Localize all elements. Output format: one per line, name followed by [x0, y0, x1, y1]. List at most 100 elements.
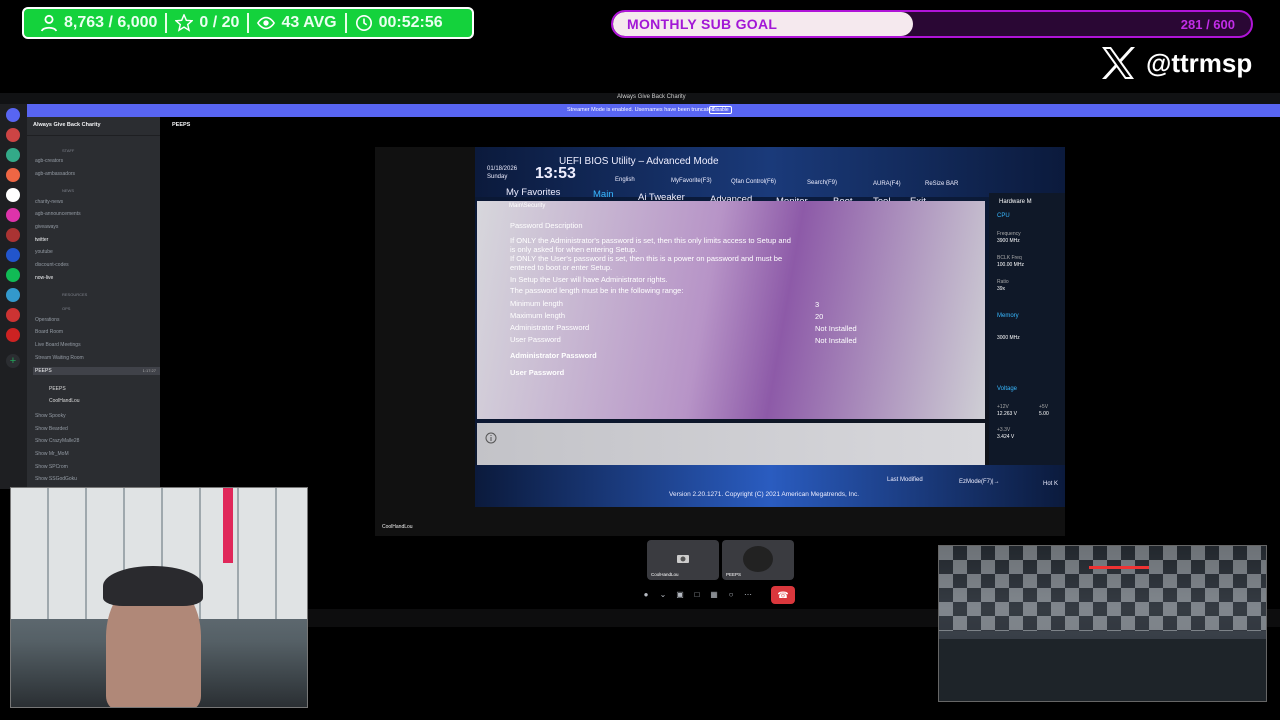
sub-goal-label: MONTHLY SUB GOAL [627, 16, 778, 32]
hw-freq-label: Frequency [997, 231, 1021, 237]
voice-timer: 1:17:27 [142, 368, 156, 373]
screen-share-icon[interactable]: □ [693, 591, 701, 599]
screen-share-video[interactable]: UEFI BIOS Utility – Advanced Mode 01/18/… [375, 147, 1065, 536]
clock-icon [355, 14, 372, 32]
hw-33v-value: 3.424 V [997, 434, 1015, 440]
bios-desc-line: is only asked for when entering Setup. [510, 245, 638, 254]
channel-agb-announcements[interactable]: agb-announcements [35, 211, 81, 217]
voice-channel-operations[interactable]: Operations [35, 317, 59, 323]
bios-user-password-link[interactable]: User Password [510, 368, 564, 377]
bios-row-label: Administrator Password [510, 323, 590, 332]
bios-row-value: Not Installed [815, 336, 857, 345]
channel-discount-codes[interactable]: discount-codes [35, 262, 69, 268]
voice-channel-board-room[interactable]: Board Room [35, 329, 63, 335]
eye-icon [257, 16, 276, 30]
bios-day: Sunday [487, 174, 508, 180]
bios-admin-password-link[interactable]: Administrator Password [510, 351, 597, 360]
bios-hot-keys[interactable]: Hot K [1043, 481, 1058, 487]
stream-stats-bar: 8,763 / 6,000 0 / 20 43 AVG 00:52:56 [22, 7, 474, 39]
discord-home-icon[interactable] [6, 108, 20, 122]
voice-channel-show[interactable]: Show Bearded [35, 426, 68, 432]
server-icon[interactable] [6, 328, 20, 342]
hw-voltage-label: Voltage [997, 386, 1018, 392]
bios-language[interactable]: English [615, 177, 635, 183]
channel-sidebar: Always Give Back Charity STAFF agb-creat… [27, 117, 160, 489]
camera-toggle-icon[interactable]: ▣ [676, 591, 684, 599]
server-icon[interactable] [6, 308, 20, 322]
server-icon[interactable] [6, 168, 20, 182]
stars-stat: 0 / 20 [167, 14, 247, 32]
soundboard-icon[interactable]: ○ [727, 591, 735, 599]
voice-channel-show[interactable]: Show CrazyMalle28 [35, 438, 79, 444]
hw-ratio-label: Ratio [997, 279, 1009, 285]
chevron-down-icon[interactable]: ⌄ [659, 591, 667, 599]
bios-row-label: User Password [510, 335, 561, 344]
voice-channel-stream-waiting-room[interactable]: Stream Waiting Room [35, 355, 84, 361]
hw-ratio-value: 39x [997, 286, 1006, 292]
voice-channel-live-board-meetings[interactable]: Live Board Meetings [35, 342, 81, 348]
voice-channel-show[interactable]: Show SPCrom [35, 464, 68, 470]
server-icon[interactable] [6, 128, 20, 142]
channel-agb-creators[interactable]: agb-creators [35, 158, 63, 164]
channel-twitter[interactable]: twitter [35, 237, 48, 243]
category-staff[interactable]: STAFF [62, 148, 74, 153]
viewers-stat: 43 AVG [249, 14, 344, 32]
server-icon[interactable] [6, 208, 20, 222]
voice-channel-show[interactable]: Show SSGodGoku [35, 476, 77, 482]
sub-goal-count: 281 / 600 [1180, 17, 1235, 32]
bios-time: 13:53 [535, 165, 576, 182]
hw-freq-value: 3900 MHz [997, 238, 1020, 244]
bios-aura[interactable]: AURA(F4) [873, 181, 901, 187]
desk-area [939, 639, 1266, 701]
voice-user[interactable]: PEEPS [49, 386, 66, 392]
bios-desc-line: If ONLY the Administrator's password is … [510, 236, 791, 245]
voice-channel-peeps[interactable]: PEEPS 1:17:27 [33, 367, 160, 375]
channel-charity-news[interactable]: charity-news [35, 199, 63, 205]
server-icon[interactable] [6, 148, 20, 162]
bios-breadcrumb: Main\Security [509, 203, 546, 209]
bios-ezmode[interactable]: EzMode(F7)|→ [959, 479, 1000, 485]
server-icon[interactable] [6, 248, 20, 262]
more-icon[interactable]: ⋯ [744, 591, 752, 599]
bios-search[interactable]: Search(F9) [807, 180, 837, 186]
participant-tile[interactable]: PEEPS [722, 540, 794, 580]
server-header[interactable]: Always Give Back Charity [27, 117, 160, 136]
streamer-webcam [10, 487, 308, 708]
server-icon[interactable] [6, 268, 20, 282]
channel-agb-ambassadors[interactable]: agb-ambassadors [35, 171, 75, 177]
channel-now-live[interactable]: now-live [35, 275, 53, 281]
category-ops[interactable]: OPS [62, 306, 70, 311]
disable-streamer-mode-button[interactable]: Disable [709, 106, 732, 114]
bios-last-modified[interactable]: Last Modified [887, 477, 923, 483]
hardware-monitor-panel: Hardware M CPU Frequency 3900 MHz BCLK F… [989, 193, 1065, 468]
server-icon[interactable] [6, 228, 20, 242]
server-icon[interactable] [6, 288, 20, 302]
channel-giveaways[interactable]: giveaways [35, 224, 58, 230]
participant-name: CoolHandLou [651, 572, 679, 577]
bios-qfan[interactable]: Qfan Control(F6) [731, 179, 776, 185]
neon-light [1089, 566, 1149, 569]
category-news[interactable]: NEWS [62, 188, 74, 193]
voice-user[interactable]: CoolHandLou [49, 398, 80, 404]
bios-resize-bar[interactable]: ReSize BAR [925, 181, 958, 187]
info-icon [485, 432, 497, 444]
voice-channel-show[interactable]: Show Spooky [35, 413, 66, 419]
activities-icon[interactable]: ▦ [710, 591, 718, 599]
category-resources[interactable]: RESOURCES [62, 292, 87, 297]
disconnect-button[interactable]: ☎ [771, 586, 795, 604]
bios-footer: Last Modified EzMode(F7)|→ Hot K Version… [475, 465, 1065, 507]
bios-desc-line: In Setup the User will have Administrato… [510, 275, 668, 284]
channel-youtube[interactable]: youtube [35, 249, 53, 255]
studio-room-cam [938, 545, 1267, 702]
participant-tile[interactable]: CoolHandLou [647, 540, 719, 580]
server-icon[interactable] [6, 188, 20, 202]
microphone-icon[interactable]: ● [642, 591, 650, 599]
add-server-icon[interactable]: + [6, 354, 20, 368]
voice-channel-show[interactable]: Show Mr_MoM [35, 451, 69, 457]
bios-myfavorite[interactable]: MyFavorite(F3) [671, 178, 712, 184]
bios-row-value: 3 [815, 300, 820, 309]
bios-tab-main[interactable]: Main [593, 189, 614, 200]
bios-tab-favorites[interactable]: My Favorites [506, 187, 560, 198]
hw-title: Hardware M [999, 199, 1032, 205]
hang-up-icon: ☎ [777, 590, 789, 600]
